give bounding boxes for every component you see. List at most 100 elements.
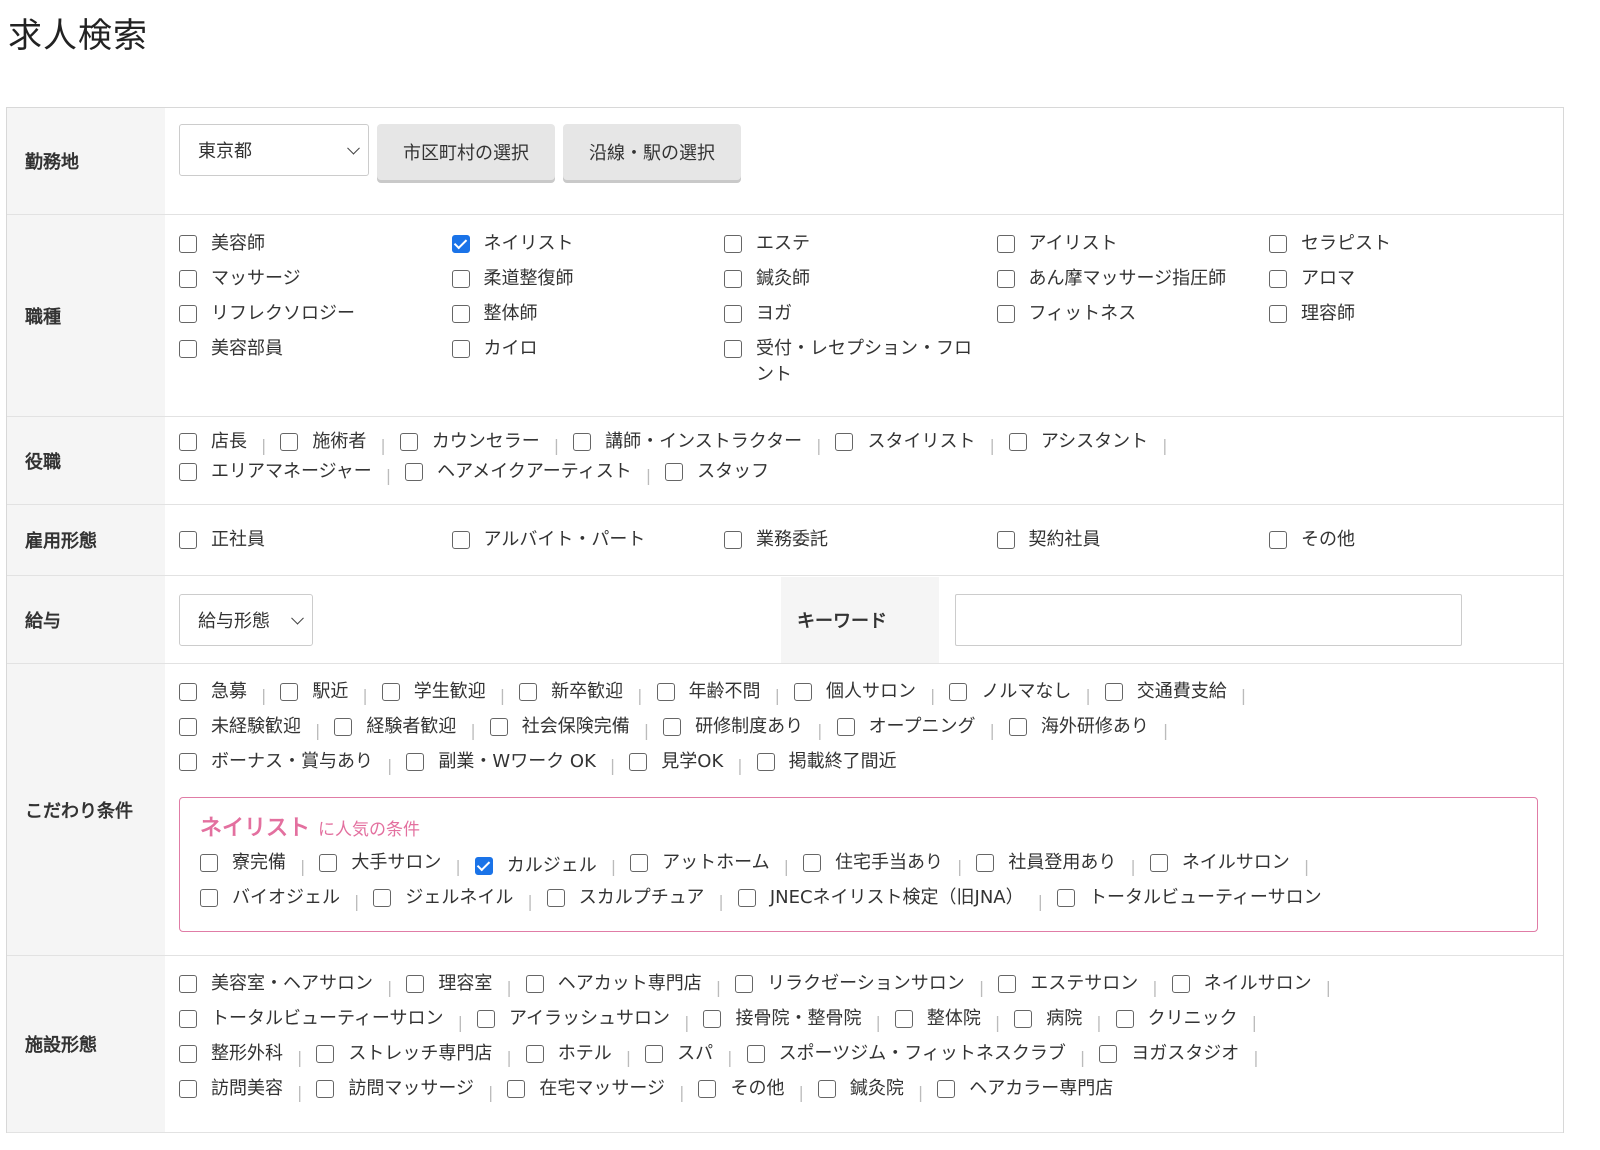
checkbox[interactable] [179, 531, 197, 549]
checkbox[interactable] [996, 531, 1015, 549]
facility-option[interactable]: 在宅マッサージ [507, 1076, 665, 1102]
popular-condition-option[interactable]: 大手サロン [319, 850, 441, 876]
facility-option[interactable]: その他 [698, 1076, 784, 1102]
checkbox[interactable] [1008, 433, 1027, 451]
job-type-option[interactable]: エステ [724, 231, 997, 266]
checkbox[interactable] [406, 975, 425, 993]
job-type-option[interactable]: ヨガ [724, 301, 997, 336]
facility-option[interactable]: クリニック [1115, 1006, 1238, 1032]
checkbox[interactable] [836, 718, 855, 736]
checkbox[interactable] [724, 340, 742, 358]
preference-option[interactable]: 見学OK [629, 749, 723, 775]
preference-option[interactable]: ボーナス・賞与あり [179, 749, 373, 775]
checkbox[interactable] [724, 531, 742, 549]
preference-option[interactable]: 個人サロン [793, 679, 916, 705]
employment-option[interactable]: 契約社員 [996, 527, 1270, 553]
checkbox[interactable] [976, 854, 995, 872]
preference-option[interactable]: 急募 [179, 679, 247, 705]
checkbox[interactable] [630, 854, 649, 872]
checkbox[interactable] [724, 270, 742, 288]
checkbox[interactable] [200, 854, 218, 872]
facility-option[interactable]: トータルビューティーサロン [179, 1006, 444, 1032]
job-type-option[interactable]: アロマ [1269, 266, 1542, 301]
job-type-option[interactable]: セラピスト [1269, 231, 1542, 266]
checkbox[interactable] [319, 854, 338, 872]
checkbox[interactable] [656, 683, 675, 701]
checkbox[interactable] [724, 305, 742, 323]
checkbox[interactable] [949, 683, 968, 701]
preference-option[interactable]: 駅近 [280, 679, 348, 705]
preference-option[interactable]: 社会保険完備 [489, 714, 630, 740]
checkbox[interactable] [698, 1080, 717, 1098]
job-type-option[interactable]: 柔道整復師 [451, 266, 725, 301]
popular-condition-option[interactable]: スカルプチュア [546, 885, 704, 911]
checkbox[interactable] [665, 463, 684, 481]
employment-option[interactable]: その他 [1269, 527, 1542, 553]
job-type-option[interactable]: 受付・レセプション・フロント [724, 336, 984, 385]
checkbox[interactable] [1057, 889, 1076, 907]
facility-option[interactable]: ストレッチ専門店 [316, 1041, 492, 1067]
checkbox[interactable] [1014, 1010, 1033, 1028]
checkbox[interactable] [280, 433, 299, 451]
checkbox[interactable] [405, 463, 424, 481]
popular-condition-option[interactable]: 社員登用あり [976, 850, 1116, 876]
checkbox[interactable] [996, 305, 1015, 323]
keyword-input[interactable] [955, 593, 1462, 646]
checkbox[interactable] [179, 340, 197, 358]
checkbox[interactable] [996, 235, 1015, 253]
preference-option[interactable]: 新卒歓迎 [519, 679, 623, 705]
position-option[interactable]: アシスタント [1008, 429, 1148, 455]
facility-option[interactable]: リラクゼーションサロン [735, 971, 965, 997]
checkbox[interactable] [894, 1010, 913, 1028]
checkbox[interactable] [1269, 270, 1287, 288]
checkbox[interactable] [507, 1080, 526, 1098]
facility-option[interactable]: エステサロン [998, 971, 1138, 997]
checkbox[interactable] [645, 1045, 664, 1063]
preference-option[interactable]: 副業・Wワーク OK [406, 749, 596, 775]
position-option[interactable]: スタイリスト [835, 429, 975, 455]
checkbox[interactable] [179, 235, 197, 253]
facility-option[interactable]: ホテル [525, 1041, 612, 1067]
checkbox[interactable] [737, 889, 756, 907]
checkbox[interactable] [629, 753, 648, 771]
position-option[interactable]: エリアマネージャー [179, 459, 372, 485]
checkbox[interactable] [573, 433, 592, 451]
facility-option[interactable]: スパ [645, 1041, 713, 1067]
checkbox[interactable] [179, 718, 197, 736]
checkbox[interactable] [179, 683, 197, 701]
job-type-option[interactable]: 整体師 [451, 301, 725, 336]
facility-option[interactable]: 病院 [1014, 1006, 1082, 1032]
position-option[interactable]: スタッフ [665, 459, 769, 485]
preference-option[interactable]: ノルマなし [949, 679, 1071, 705]
popular-condition-option[interactable]: アットホーム [630, 850, 770, 876]
checkbox[interactable] [179, 270, 197, 288]
checkbox[interactable] [835, 433, 854, 451]
checkbox-checked[interactable] [451, 235, 470, 253]
job-type-option[interactable]: フィットネス [996, 301, 1270, 336]
popular-condition-option[interactable]: 寮完備 [200, 850, 286, 876]
preference-option[interactable]: 年齢不問 [656, 679, 761, 705]
checkbox[interactable] [817, 1080, 836, 1098]
checkbox[interactable] [793, 683, 812, 701]
checkbox[interactable] [316, 1045, 335, 1063]
checkbox[interactable] [746, 1045, 765, 1063]
checkbox[interactable] [998, 975, 1017, 993]
checkbox[interactable] [546, 889, 565, 907]
facility-option[interactable]: 整体院 [894, 1006, 981, 1032]
checkbox[interactable] [179, 433, 197, 451]
popular-condition-option[interactable]: JNECネイリスト検定（旧JNA） [737, 885, 1024, 911]
checkbox[interactable] [1099, 1045, 1118, 1063]
checkbox[interactable] [179, 753, 197, 771]
checkbox[interactable] [756, 753, 775, 771]
facility-option[interactable]: 鍼灸院 [817, 1076, 904, 1102]
preference-option[interactable]: 研修制度あり [663, 714, 803, 740]
checkbox[interactable] [735, 975, 754, 993]
city-select-button[interactable]: 市区町村の選択 [377, 124, 555, 180]
preference-option[interactable]: オープニング [836, 714, 975, 740]
checkbox[interactable] [1008, 718, 1027, 736]
checkbox[interactable] [489, 718, 508, 736]
checkbox[interactable] [803, 854, 822, 872]
job-type-option[interactable]: リフレクソロジー [179, 301, 452, 336]
popular-condition-option[interactable]: 住宅手当あり [803, 850, 943, 876]
popular-condition-option[interactable]: バイオジェル [200, 885, 340, 911]
